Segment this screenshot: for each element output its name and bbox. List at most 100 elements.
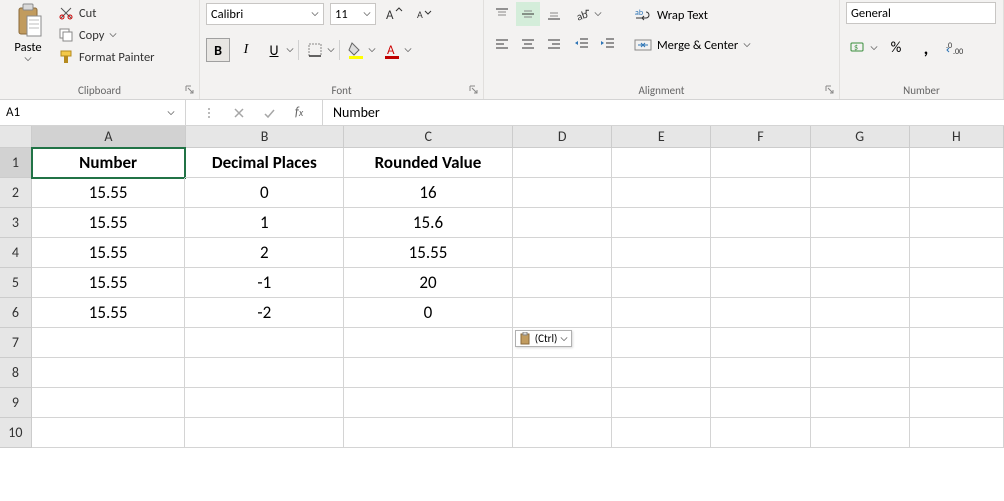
cell[interactable]: -2: [185, 298, 344, 328]
chevron-down-icon[interactable]: [167, 109, 185, 117]
cell[interactable]: Decimal Places: [185, 148, 344, 178]
cell[interactable]: [811, 328, 910, 358]
cell[interactable]: [910, 208, 1004, 238]
row-header[interactable]: 8: [0, 358, 32, 388]
cell[interactable]: [811, 208, 910, 238]
cell[interactable]: -1: [185, 268, 344, 298]
cell[interactable]: [32, 328, 186, 358]
align-middle-button[interactable]: [516, 2, 540, 26]
cell[interactable]: [612, 148, 711, 178]
cell[interactable]: [811, 268, 910, 298]
cell[interactable]: [910, 268, 1004, 298]
percent-button[interactable]: %: [884, 36, 908, 60]
cell[interactable]: [711, 148, 810, 178]
cell[interactable]: [811, 238, 910, 268]
column-header[interactable]: E: [612, 126, 711, 147]
dialog-launcher-icon[interactable]: [184, 84, 196, 96]
cell[interactable]: [344, 328, 513, 358]
copy-button[interactable]: Copy: [54, 24, 159, 46]
font-color-button[interactable]: A: [380, 38, 404, 62]
row-header[interactable]: 9: [0, 388, 32, 418]
cancel-icon[interactable]: [224, 106, 254, 120]
cell[interactable]: [32, 418, 186, 448]
cell[interactable]: 20: [344, 268, 513, 298]
cell[interactable]: [344, 388, 513, 418]
column-header[interactable]: G: [811, 126, 910, 147]
format-painter-button[interactable]: Format Painter: [54, 46, 159, 68]
column-header[interactable]: D: [513, 126, 612, 147]
fx-icon[interactable]: fx: [284, 105, 314, 120]
cell[interactable]: [513, 418, 612, 448]
paste-options-tag[interactable]: (Ctrl): [515, 330, 573, 347]
cell[interactable]: [910, 388, 1004, 418]
row-header[interactable]: 7: [0, 328, 32, 358]
font-size-combo[interactable]: 11: [330, 3, 376, 25]
cell[interactable]: [32, 388, 186, 418]
cell[interactable]: [344, 418, 513, 448]
font-name-combo[interactable]: Calibri: [206, 3, 324, 25]
cell[interactable]: [711, 358, 810, 388]
cell[interactable]: [711, 298, 810, 328]
row-header[interactable]: 3: [0, 208, 32, 238]
chevron-down-icon[interactable]: [286, 46, 294, 54]
cell[interactable]: [344, 358, 513, 388]
chevron-down-icon[interactable]: [327, 46, 335, 54]
decrease-indent-button[interactable]: [570, 32, 594, 56]
column-header[interactable]: B: [186, 126, 345, 147]
enter-icon[interactable]: [254, 106, 284, 120]
bold-button[interactable]: B: [206, 38, 230, 62]
column-header[interactable]: F: [711, 126, 810, 147]
borders-button[interactable]: [303, 38, 327, 62]
cell[interactable]: 2: [185, 238, 344, 268]
decrease-font-button[interactable]: A: [412, 2, 436, 26]
cell[interactable]: [612, 208, 711, 238]
cell[interactable]: [513, 388, 612, 418]
cell[interactable]: [513, 358, 612, 388]
cell[interactable]: 1: [185, 208, 344, 238]
formula-input[interactable]: [323, 100, 1004, 125]
cell[interactable]: [811, 178, 910, 208]
cell[interactable]: 0: [344, 298, 513, 328]
cell[interactable]: 16: [344, 178, 513, 208]
cell[interactable]: [711, 388, 810, 418]
cell[interactable]: [612, 418, 711, 448]
orientation-button[interactable]: ab: [570, 2, 594, 26]
column-header[interactable]: C: [344, 126, 513, 147]
cell[interactable]: [811, 148, 910, 178]
cell[interactable]: Number: [32, 148, 186, 178]
chevron-down-icon[interactable]: [368, 46, 376, 54]
accounting-format-button[interactable]: $: [846, 36, 870, 60]
wrap-text-button[interactable]: ab Wrap Text: [630, 2, 755, 28]
align-center-button[interactable]: [516, 32, 540, 56]
align-bottom-button[interactable]: [542, 2, 566, 26]
increase-font-button[interactable]: A: [382, 2, 406, 26]
cell[interactable]: [711, 328, 810, 358]
cell[interactable]: 0: [185, 178, 344, 208]
cell[interactable]: [711, 268, 810, 298]
chevron-down-icon[interactable]: [870, 44, 878, 52]
name-box[interactable]: [0, 100, 186, 125]
cell[interactable]: [711, 208, 810, 238]
cell[interactable]: [513, 268, 612, 298]
row-header[interactable]: 5: [0, 268, 32, 298]
cell[interactable]: 15.55: [32, 208, 186, 238]
cell[interactable]: [185, 328, 344, 358]
cell[interactable]: [513, 238, 612, 268]
increase-indent-button[interactable]: [596, 32, 620, 56]
cell[interactable]: 15.55: [32, 178, 186, 208]
cell[interactable]: 15.55: [32, 268, 186, 298]
number-format-combo[interactable]: General: [846, 2, 996, 24]
cell[interactable]: [513, 208, 612, 238]
row-header[interactable]: 4: [0, 238, 32, 268]
row-header[interactable]: 2: [0, 178, 32, 208]
cell[interactable]: [910, 298, 1004, 328]
name-box-input[interactable]: [0, 100, 167, 125]
cell[interactable]: [910, 358, 1004, 388]
cell[interactable]: [612, 178, 711, 208]
cell[interactable]: [513, 148, 612, 178]
align-left-button[interactable]: [490, 32, 514, 56]
cell[interactable]: 15.55: [344, 238, 513, 268]
cell[interactable]: [711, 418, 810, 448]
cell[interactable]: (Ctrl): [513, 328, 612, 358]
cell[interactable]: [612, 238, 711, 268]
